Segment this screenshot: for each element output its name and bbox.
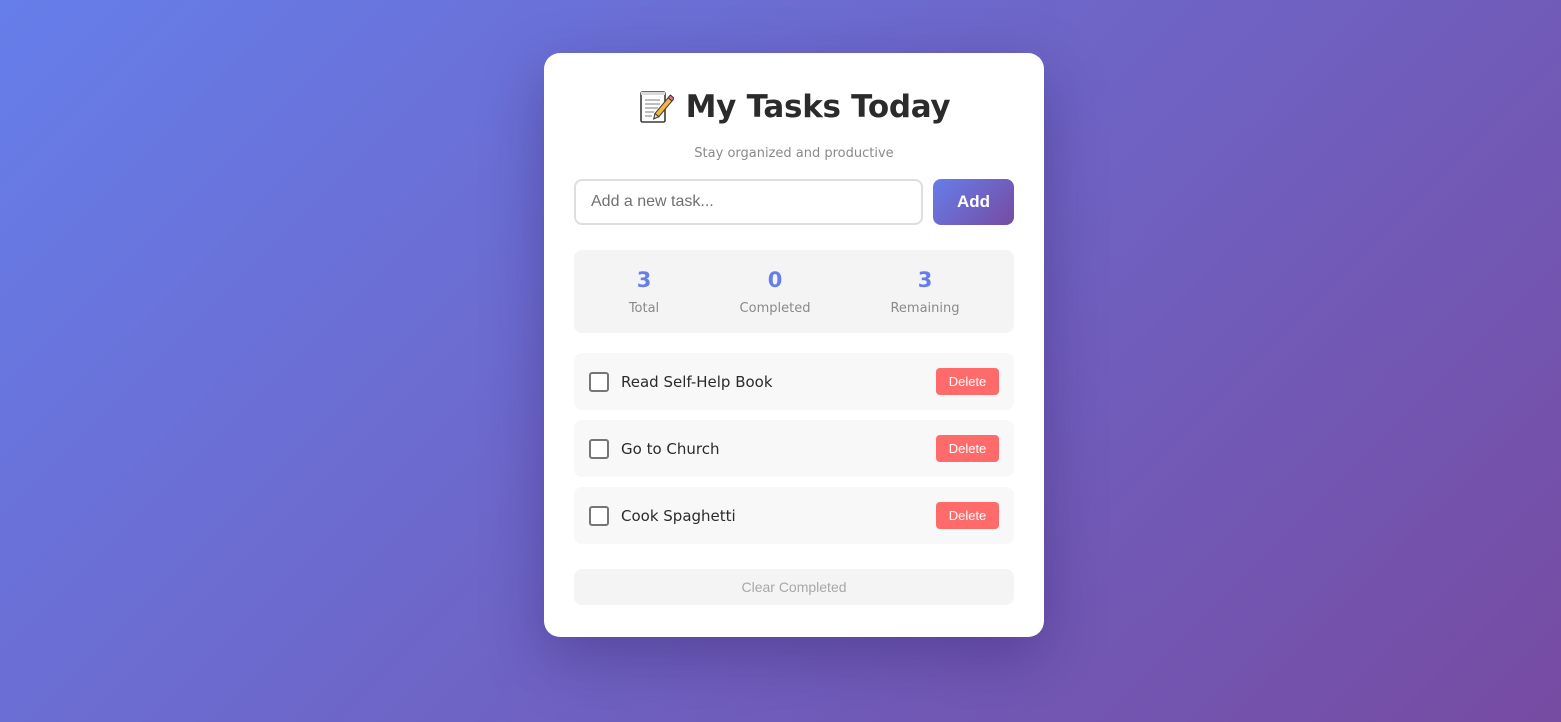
task-item: Cook Spaghetti Delete xyxy=(574,487,1014,544)
page-title: My Tasks Today xyxy=(685,89,951,125)
stat-total: 3 Total xyxy=(629,267,659,316)
delete-task-button[interactable]: Delete xyxy=(936,435,999,462)
title-row: My Tasks Today xyxy=(574,85,1014,129)
stat-remaining-value: 3 xyxy=(917,268,933,292)
header: My Tasks Today Stay organized and produc… xyxy=(574,53,1014,163)
task-list: Read Self-Help Book Delete Go to Church … xyxy=(574,353,1014,544)
task-text: Read Self-Help Book xyxy=(621,372,773,391)
delete-task-button[interactable]: Delete xyxy=(936,502,999,529)
todo-card: My Tasks Today Stay organized and produc… xyxy=(544,53,1044,637)
add-task-button[interactable]: Add xyxy=(933,179,1014,225)
clear-completed-button[interactable]: Clear Completed xyxy=(574,569,1014,605)
add-task-row: Add xyxy=(574,179,1014,225)
task-item: Read Self-Help Book Delete xyxy=(574,353,1014,410)
stat-completed: 0 Completed xyxy=(740,267,811,316)
task-text: Cook Spaghetti xyxy=(621,506,736,525)
new-task-input[interactable] xyxy=(574,179,923,225)
stat-total-label: Total xyxy=(628,301,660,316)
page-subtitle: Stay organized and productive xyxy=(694,146,894,161)
stats-panel: 3 Total 0 Completed 3 Remaining xyxy=(574,250,1014,333)
memo-pencil-icon xyxy=(638,89,675,125)
stat-completed-label: Completed xyxy=(739,301,811,316)
task-text: Go to Church xyxy=(621,439,720,458)
stat-total-value: 3 xyxy=(636,268,652,292)
stat-completed-value: 0 xyxy=(767,268,783,292)
delete-task-button[interactable]: Delete xyxy=(936,368,999,395)
task-checkbox[interactable] xyxy=(589,371,609,392)
task-item: Go to Church Delete xyxy=(574,420,1014,477)
stat-remaining: 3 Remaining xyxy=(890,267,959,316)
task-checkbox[interactable] xyxy=(589,438,609,459)
task-checkbox[interactable] xyxy=(589,505,609,526)
stat-remaining-label: Remaining xyxy=(890,301,960,316)
